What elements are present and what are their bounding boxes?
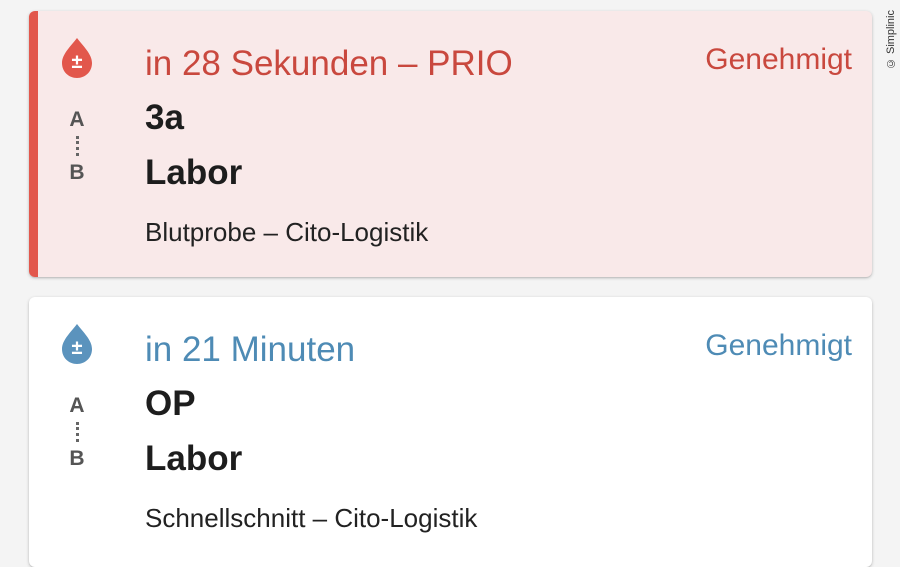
eta-text: in 21 Minuten [145, 330, 356, 369]
route-dotted-line [75, 136, 79, 156]
status-badge: Genehmigt [705, 43, 852, 76]
destination-location: Labor [145, 439, 243, 478]
route-from-label: A [69, 108, 85, 131]
blood-drop-icon: ± [62, 38, 92, 78]
destination-location: Labor [145, 153, 243, 192]
route-from-label: A [69, 394, 85, 417]
copyright-notice: © Simplinic [885, 10, 897, 70]
transport-card[interactable]: ± A B in 21 Minuten Genehmigt OP Labor S… [29, 297, 872, 567]
route-to-label: B [69, 447, 85, 470]
svg-text:±: ± [72, 337, 83, 359]
route-dotted-line [75, 422, 79, 442]
transport-description: Schnellschnitt – Cito-Logistik [145, 503, 478, 533]
priority-accent-bar [29, 11, 38, 277]
blood-drop-icon: ± [62, 324, 92, 364]
route-indicator: A B [65, 109, 89, 183]
svg-text:±: ± [72, 51, 83, 73]
route-indicator: A B [65, 395, 89, 469]
transport-description: Blutprobe – Cito-Logistik [145, 217, 429, 247]
origin-location: OP [145, 384, 196, 423]
status-badge: Genehmigt [705, 329, 852, 362]
origin-location: 3a [145, 98, 184, 137]
eta-text: in 28 Sekunden – PRIO [145, 44, 513, 83]
transport-card[interactable]: ± A B in 28 Sekunden – PRIO Genehmigt 3a… [29, 11, 872, 277]
route-to-label: B [69, 161, 85, 184]
